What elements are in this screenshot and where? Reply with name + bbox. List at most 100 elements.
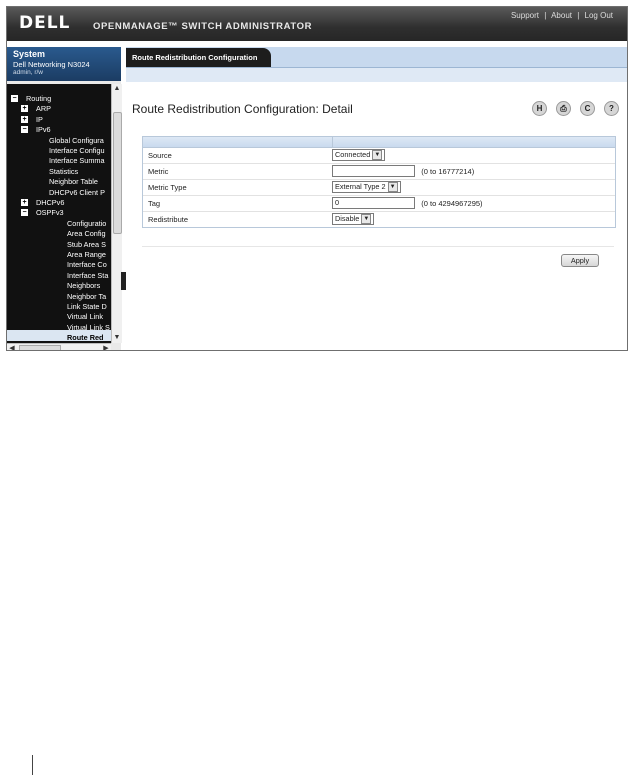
- chevron-down-icon[interactable]: ▼: [387, 182, 398, 192]
- logout-link[interactable]: Log Out: [585, 11, 613, 20]
- scroll-left-icon[interactable]: ◀: [7, 344, 17, 350]
- system-title[interactable]: System: [13, 49, 45, 59]
- tag-range-hint: (0 to 4294967295): [421, 198, 483, 208]
- form-row-metric: Metric (0 to 16777214): [143, 164, 615, 180]
- chevron-down-icon[interactable]: ▼: [361, 214, 372, 224]
- tree-item[interactable]: Neighbors: [7, 281, 111, 291]
- tree-item[interactable]: DHCPv6 Client P: [7, 188, 111, 198]
- tree-item[interactable]: Route Red: [7, 333, 111, 343]
- metric-range-hint: (0 to 16777214): [421, 166, 475, 176]
- scroll-right-icon[interactable]: ▶: [101, 344, 111, 350]
- tree-item[interactable]: Interface Co: [7, 260, 111, 270]
- tree-item-label: Configuratio: [67, 218, 107, 228]
- form-row-source: Source Connected ▼: [143, 148, 615, 164]
- tree-item-label: Neighbor Table: [49, 177, 98, 187]
- tree-item[interactable]: + DHCPv6: [7, 198, 111, 208]
- scroll-down-icon[interactable]: ▼: [112, 333, 122, 343]
- redistribute-select[interactable]: Disable ▼: [332, 213, 375, 225]
- expand-icon[interactable]: +: [21, 199, 28, 206]
- tree-item[interactable]: − IPv6: [7, 125, 111, 135]
- tree-item[interactable]: − OSPFv3: [7, 208, 111, 218]
- header-bar: DELL OPENMANAGE™ SWITCH ADMINISTRATOR Su…: [7, 7, 627, 41]
- page-margin-rule: [32, 755, 33, 775]
- divider: [142, 246, 614, 247]
- tree-item[interactable]: + ARP: [7, 104, 111, 114]
- collapse-icon[interactable]: −: [11, 95, 18, 102]
- print-icon[interactable]: ⎙: [556, 101, 571, 116]
- tree-item-label: Interface Sta: [67, 270, 109, 280]
- tree-item-label: Area Config: [67, 229, 106, 239]
- tree-item-label: Area Range: [67, 250, 106, 259]
- tree-item[interactable]: Neighbor Table: [7, 177, 111, 187]
- tree-item-label: Neighbor Ta: [67, 291, 107, 301]
- tag-input[interactable]: 0: [332, 197, 415, 209]
- scroll-thumb[interactable]: [19, 345, 61, 350]
- tree-item[interactable]: Interface Summa: [7, 156, 111, 166]
- chevron-down-icon[interactable]: ▼: [372, 150, 383, 160]
- metric-type-select[interactable]: External Type 2 ▼: [332, 181, 401, 193]
- tree-item-label: Link State D: [67, 302, 107, 311]
- tree-item[interactable]: Stub Area S: [7, 240, 111, 250]
- help-icon[interactable]: ?: [604, 101, 619, 116]
- tree-item-label: Virtual Link: [67, 312, 103, 322]
- collapse-icon[interactable]: −: [21, 126, 28, 134]
- tree-item-label: DHCPv6: [36, 198, 65, 207]
- navigation-tree: − Routing + ARP + IP − IPv6 Global Configura Inte…: [7, 84, 111, 343]
- tree-item[interactable]: Neighbor Ta: [7, 292, 111, 302]
- form-row-tag: Tag 0 (0 to 4294967295): [143, 196, 615, 212]
- metric-input[interactable]: [332, 165, 415, 177]
- tree-item-label: OSPFv3: [36, 208, 64, 218]
- tree-item[interactable]: Interface Sta: [7, 271, 111, 281]
- form-row-redistribute: Redistribute Disable ▼: [143, 212, 615, 227]
- sidebar: System Dell Networking N3024 admin, r/w …: [7, 47, 122, 350]
- support-link[interactable]: Support: [511, 11, 539, 20]
- tree-item-label: DHCPv6 Client P: [49, 187, 105, 197]
- metric-type-label: Metric Type: [148, 183, 187, 192]
- tree-item[interactable]: Area Range: [7, 250, 111, 260]
- expand-icon[interactable]: +: [21, 105, 28, 113]
- tree-horizontal-scrollbar[interactable]: ◀ ▶: [7, 343, 111, 350]
- collapse-icon[interactable]: −: [21, 209, 28, 217]
- save-icon[interactable]: H: [532, 101, 547, 116]
- system-panel: System Dell Networking N3024 admin, r/w: [7, 47, 121, 81]
- tree-item[interactable]: Virtual Link: [7, 312, 111, 322]
- refresh-icon[interactable]: C: [580, 101, 595, 116]
- tab-route-redistribution[interactable]: Route Redistribution Configuration: [126, 48, 272, 67]
- tree-item-label: Routing: [26, 94, 52, 103]
- tree-item[interactable]: Statistics: [7, 167, 111, 177]
- tree-item-label: IP: [36, 114, 43, 124]
- source-select[interactable]: Connected ▼: [332, 149, 386, 161]
- tree-item[interactable]: Virtual Link S: [7, 323, 111, 333]
- tree-item-label: Virtual Link S: [67, 322, 110, 332]
- main-panel: Route Redistribution Configuration Route…: [126, 47, 627, 350]
- tree-item-label: Stub Area S: [67, 239, 106, 249]
- tree-item-label: Route Red: [67, 333, 104, 343]
- tree-item-label: Neighbors: [67, 281, 101, 291]
- about-link[interactable]: About: [551, 11, 572, 20]
- tree-item[interactable]: Interface Configu: [7, 146, 111, 156]
- device-name: Dell Networking N3024: [13, 60, 90, 69]
- page-title: Route Redistribution Configuration: Deta…: [132, 102, 353, 116]
- app-title: OPENMANAGE™ SWITCH ADMINISTRATOR: [93, 21, 313, 32]
- tree-item-label: Statistics: [49, 166, 79, 176]
- tree-item[interactable]: Area Config: [7, 229, 111, 239]
- form-row-metric-type: Metric Type External Type 2 ▼: [143, 180, 615, 196]
- tree-item[interactable]: − Routing: [7, 94, 111, 104]
- tree-item[interactable]: Global Configura: [7, 136, 111, 146]
- tree-item[interactable]: Configuratio: [7, 219, 111, 229]
- tree-item-label: Global Configura: [49, 135, 104, 145]
- tree-vertical-scrollbar[interactable]: ▲ ▼: [111, 84, 122, 343]
- tree-item-label: Interface Co: [67, 260, 107, 270]
- tree-item-label: IPv6: [36, 125, 51, 135]
- scroll-up-icon[interactable]: ▲: [112, 84, 122, 94]
- dell-logo: DELL: [19, 13, 71, 33]
- tree-item-label: Interface Configu: [49, 146, 105, 155]
- tree-item[interactable]: Link State D: [7, 302, 111, 312]
- tab-bar: Route Redistribution Configuration: [126, 47, 627, 68]
- apply-button[interactable]: Apply: [561, 254, 599, 267]
- scroll-thumb[interactable]: [113, 112, 122, 234]
- redistribute-label: Redistribute: [148, 215, 189, 224]
- tree-item[interactable]: + IP: [7, 115, 111, 125]
- expand-icon[interactable]: +: [21, 115, 28, 123]
- tag-label: Tag: [148, 199, 161, 208]
